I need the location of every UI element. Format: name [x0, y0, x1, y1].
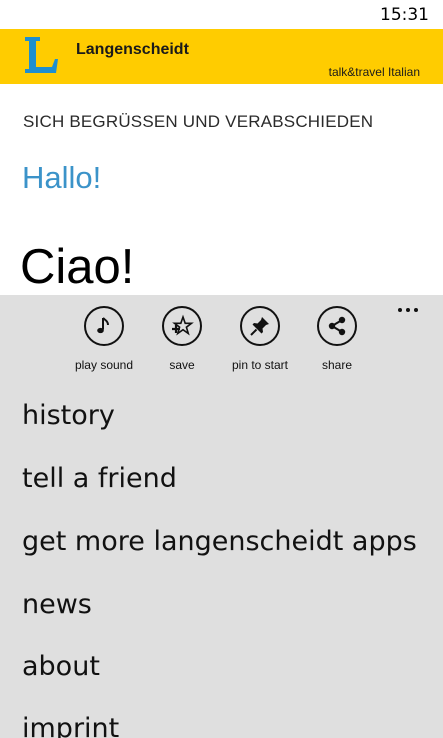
play-sound-button[interactable]: play sound [64, 306, 144, 372]
brand-tagline: talk&travel Italian [328, 65, 420, 79]
share-label: share [321, 358, 353, 372]
source-phrase: Hallo! [22, 160, 102, 195]
menu-item-tell-a-friend[interactable]: tell a friend [22, 463, 177, 494]
save-label: save [169, 358, 195, 372]
pin-icon [250, 317, 269, 336]
brand-banner: Langenscheidt talk&travel Italian [0, 29, 443, 84]
menu-item-news[interactable]: news [22, 589, 92, 620]
status-time: 15:31 [380, 5, 429, 25]
share-button[interactable]: share [297, 306, 377, 372]
pin-to-start-button[interactable]: pin to start [220, 306, 300, 372]
play-sound-label: play sound [74, 358, 134, 372]
menu-item-history[interactable]: history [22, 400, 115, 431]
share-icon [328, 316, 346, 336]
menu-item-imprint[interactable]: imprint [22, 713, 119, 738]
star-add-icon [172, 314, 194, 336]
save-button[interactable]: save [142, 306, 222, 372]
pin-to-start-label: pin to start [231, 358, 289, 372]
application-bar: play sound save pin to start share histo… [0, 295, 443, 738]
phrase-category-title: SICH BEGRÜSSEN UND VERABSCHIEDEN [23, 112, 374, 131]
ellipsis-dot-icon [414, 308, 418, 312]
status-bar: 15:31 [0, 0, 443, 29]
share-circle [317, 306, 357, 346]
more-options-button[interactable] [393, 295, 423, 325]
menu-item-get-more-apps[interactable]: get more langenscheidt apps [22, 526, 417, 557]
ellipsis-dot-icon [398, 308, 402, 312]
menu-item-about[interactable]: about [22, 651, 100, 682]
play-sound-circle [84, 306, 124, 346]
music-note-icon [97, 317, 109, 334]
brand-name: Langenscheidt [76, 41, 189, 58]
pin-circle [240, 306, 280, 346]
save-circle [162, 306, 202, 346]
langenscheidt-logo [25, 37, 58, 73]
target-phrase: Ciao! [20, 240, 135, 294]
ellipsis-dot-icon [406, 308, 410, 312]
